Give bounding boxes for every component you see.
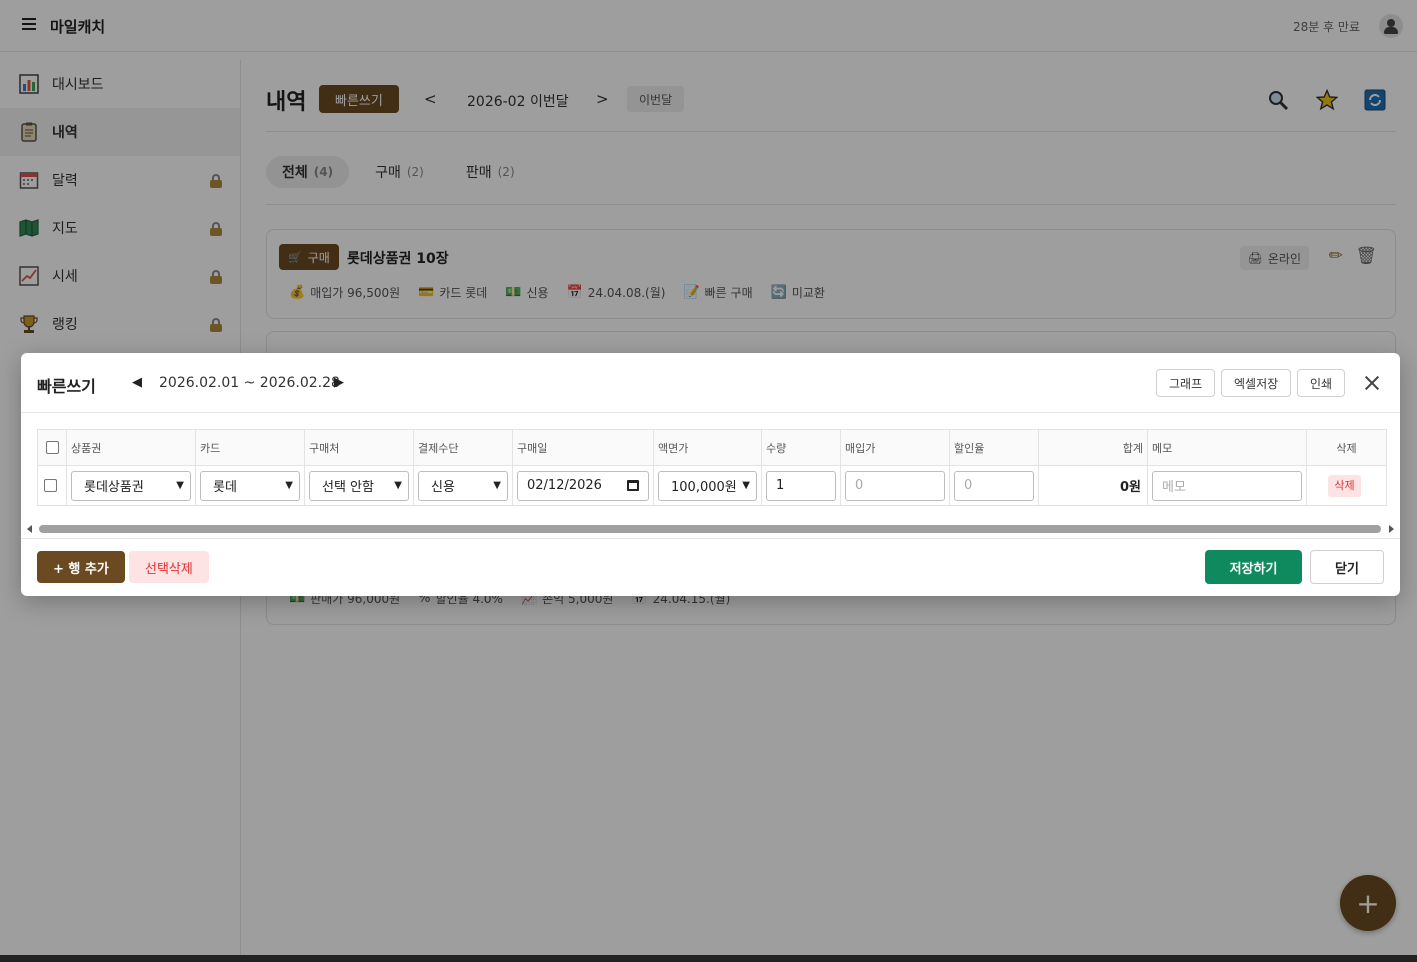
next-period-button[interactable]: ▶ — [334, 375, 344, 390]
column-header: 상품권 — [66, 429, 196, 466]
chevron-down-icon: ▼ — [176, 480, 184, 491]
voucher-select[interactable]: 롯데상품권 ▼ — [71, 470, 191, 501]
scroll-thumb[interactable] — [39, 525, 1381, 533]
memo-input[interactable]: 메모 — [1152, 470, 1302, 501]
discount-rate-input[interactable]: 0 — [954, 470, 1034, 501]
prev-period-button[interactable]: ◀ — [132, 375, 142, 390]
delete-selected-button[interactable]: 선택삭제 — [129, 551, 209, 583]
payment-select[interactable]: 신용 ▼ — [418, 470, 508, 501]
bottom-strip — [0, 955, 1417, 962]
quick-write-modal: 빠른쓰기 ◀ 2026.02.01 ~ 2026.02.28 ▶ 그래프 엑셀저… — [21, 353, 1400, 596]
column-header: 카드 — [195, 429, 305, 466]
select-all-checkbox[interactable] — [45, 441, 59, 454]
date-range: 2026.02.01 ~ 2026.02.28 — [159, 375, 340, 391]
divider — [21, 538, 1400, 539]
row-checkbox[interactable] — [43, 479, 57, 492]
save-button[interactable]: 저장하기 — [1205, 550, 1302, 584]
row-total: 0원 — [1038, 465, 1148, 506]
column-header: 메모 — [1147, 429, 1307, 466]
column-header: 매입가 — [840, 429, 950, 466]
select-all-cell[interactable] — [37, 429, 67, 466]
table-header-row: 상품권 카드 구매처 결제수단 구매일 액면가 수량 매입가 할인율 합계 메모… — [37, 429, 1387, 466]
column-header: 구매처 — [304, 429, 414, 466]
column-header: 결제수단 — [413, 429, 513, 466]
divider — [21, 412, 1400, 413]
chevron-down-icon: ▼ — [742, 480, 750, 491]
add-row-button[interactable]: + 행 추가 — [37, 551, 125, 583]
calendar-icon[interactable] — [627, 480, 639, 491]
quantity-input[interactable]: 1 — [766, 470, 836, 501]
close-button[interactable]: 닫기 — [1310, 550, 1384, 584]
chevron-down-icon: ▼ — [394, 480, 402, 491]
graph-button[interactable]: 그래프 — [1156, 369, 1216, 397]
row-delete-button[interactable]: 삭제 — [1328, 474, 1361, 497]
column-header: 삭제 — [1306, 429, 1387, 466]
table-row: 롯데상품권 ▼ 롯데 ▼ 선택 안함 ▼ 신용 ▼ 02/12/2026 100,000… — [37, 465, 1387, 506]
column-header: 액면가 — [653, 429, 762, 466]
scroll-right-icon[interactable] — [1389, 525, 1394, 533]
purchase-date-input[interactable]: 02/12/2026 — [517, 470, 649, 501]
column-header: 구매일 — [512, 429, 654, 466]
card-select[interactable]: 롯데 ▼ — [200, 470, 300, 501]
column-header: 수량 — [761, 429, 841, 466]
store-select[interactable]: 선택 안함 ▼ — [309, 470, 409, 501]
face-value-select[interactable]: 100,000원 ▼ — [658, 470, 757, 501]
purchase-price-input[interactable]: 0 — [845, 470, 945, 501]
modal-title: 빠른쓰기 — [37, 377, 96, 396]
chevron-down-icon: ▼ — [285, 480, 293, 491]
column-header: 할인율 — [949, 429, 1039, 466]
entry-table: 상품권 카드 구매처 결제수단 구매일 액면가 수량 매입가 할인율 합계 메모… — [37, 429, 1387, 506]
row-select-cell — [37, 465, 67, 506]
horizontal-scrollbar[interactable] — [25, 524, 1396, 534]
print-button[interactable]: 인쇄 — [1297, 369, 1346, 397]
excel-save-button[interactable]: 엑셀저장 — [1221, 369, 1292, 397]
chevron-down-icon: ▼ — [493, 480, 501, 491]
column-header: 합계 — [1038, 429, 1148, 466]
scroll-left-icon[interactable] — [27, 525, 32, 533]
close-icon[interactable] — [1362, 373, 1382, 393]
